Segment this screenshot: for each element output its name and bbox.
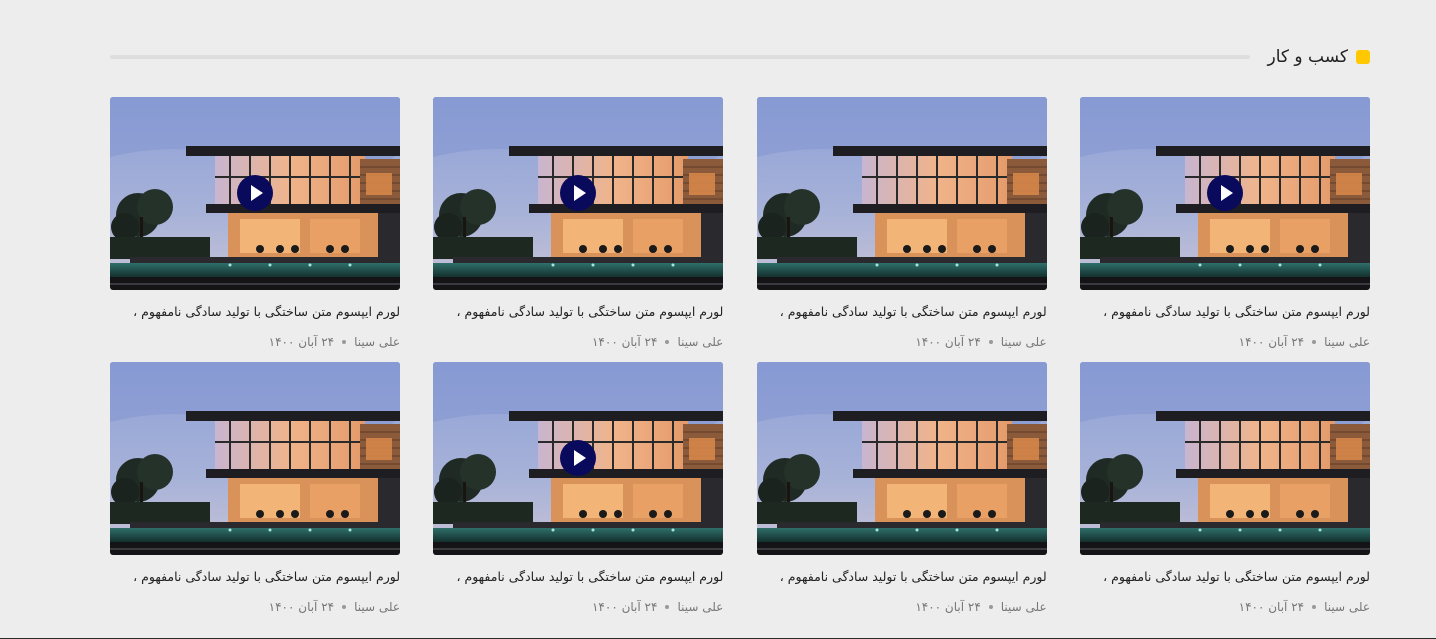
post-meta: علی سینا ۲۴ آبان ۱۴۰۰ bbox=[1080, 600, 1370, 614]
post-title[interactable]: لورم ایپسوم متن ساختگی با تولید سادگی نا… bbox=[110, 304, 400, 320]
play-triangle-icon bbox=[1221, 185, 1233, 201]
post-meta: علی سینا ۲۴ آبان ۱۴۰۰ bbox=[433, 335, 723, 349]
post-card[interactable]: لورم ایپسوم متن ساختگی با تولید سادگی نا… bbox=[756, 362, 1047, 627]
post-thumbnail[interactable] bbox=[433, 362, 724, 555]
section-header: کسب و کار bbox=[110, 42, 1370, 72]
post-meta: علی سینا ۲۴ آبان ۱۴۰۰ bbox=[110, 335, 400, 349]
post-date: ۲۴ آبان ۱۴۰۰ bbox=[591, 335, 658, 349]
post-meta: علی سینا ۲۴ آبان ۱۴۰۰ bbox=[110, 600, 400, 614]
post-thumbnail[interactable] bbox=[1080, 97, 1370, 290]
post-date: ۲۴ آبان ۱۴۰۰ bbox=[268, 335, 335, 349]
separator-dot-icon bbox=[988, 605, 993, 609]
post-date: ۲۴ آبان ۱۴۰۰ bbox=[591, 600, 658, 614]
post-card[interactable]: لورم ایپسوم متن ساختگی با تولید سادگی نا… bbox=[433, 97, 724, 362]
modern-house-image bbox=[1080, 362, 1370, 555]
post-date: ۲۴ آبان ۱۴۰۰ bbox=[1238, 335, 1305, 349]
post-thumbnail[interactable] bbox=[1080, 362, 1370, 555]
separator-dot-icon bbox=[665, 340, 670, 344]
post-author[interactable]: علی سینا bbox=[1324, 600, 1370, 614]
post-thumbnail[interactable] bbox=[110, 362, 401, 555]
post-date: ۲۴ آبان ۱۴۰۰ bbox=[915, 335, 981, 349]
play-triangle-icon bbox=[251, 185, 264, 201]
post-card[interactable]: لورم ایپسوم متن ساختگی با تولید سادگی نا… bbox=[756, 97, 1047, 362]
modern-house-image bbox=[756, 362, 1047, 555]
post-author[interactable]: علی سینا bbox=[1001, 335, 1047, 349]
post-meta: علی سینا ۲۴ آبان ۱۴۰۰ bbox=[757, 335, 1047, 349]
post-title[interactable]: لورم ایپسوم متن ساختگی با تولید سادگی نا… bbox=[110, 569, 400, 585]
separator-dot-icon bbox=[1312, 605, 1317, 609]
separator-dot-icon bbox=[665, 605, 670, 609]
post-card[interactable]: لورم ایپسوم متن ساختگی با تولید سادگی نا… bbox=[1080, 97, 1370, 362]
separator-dot-icon bbox=[988, 340, 993, 344]
post-author[interactable]: علی سینا bbox=[1001, 600, 1047, 614]
post-meta: علی سینا ۲۴ آبان ۱۴۰۰ bbox=[1080, 335, 1370, 349]
post-date: ۲۴ آبان ۱۴۰۰ bbox=[268, 600, 335, 614]
modern-house-image bbox=[110, 362, 401, 555]
post-title[interactable]: لورم ایپسوم متن ساختگی با تولید سادگی نا… bbox=[1080, 569, 1370, 585]
post-author[interactable]: علی سینا bbox=[677, 335, 723, 349]
post-thumbnail[interactable] bbox=[433, 97, 724, 290]
post-title[interactable]: لورم ایپسوم متن ساختگی با تولید سادگی نا… bbox=[433, 304, 723, 320]
post-date: ۲۴ آبان ۱۴۰۰ bbox=[915, 600, 981, 614]
section-divider bbox=[110, 55, 1250, 59]
post-author[interactable]: علی سینا bbox=[677, 600, 723, 614]
separator-dot-icon bbox=[342, 340, 347, 344]
post-meta: علی سینا ۲۴ آبان ۱۴۰۰ bbox=[757, 600, 1047, 614]
play-triangle-icon bbox=[574, 185, 587, 201]
post-card[interactable]: لورم ایپسوم متن ساختگی با تولید سادگی نا… bbox=[433, 362, 724, 627]
modern-house-image bbox=[756, 97, 1047, 290]
post-card[interactable]: لورم ایپسوم متن ساختگی با تولید سادگی نا… bbox=[110, 362, 401, 627]
post-meta: علی سینا ۲۴ آبان ۱۴۰۰ bbox=[433, 600, 723, 614]
post-title[interactable]: لورم ایپسوم متن ساختگی با تولید سادگی نا… bbox=[757, 569, 1047, 585]
post-card[interactable]: لورم ایپسوم متن ساختگی با تولید سادگی نا… bbox=[1080, 362, 1370, 627]
post-card[interactable]: لورم ایپسوم متن ساختگی با تولید سادگی نا… bbox=[110, 97, 401, 362]
separator-dot-icon bbox=[342, 605, 347, 609]
post-thumbnail[interactable] bbox=[756, 362, 1047, 555]
page: کسب و کار لورم ایپسوم متن ساختگی با تولی… bbox=[0, 0, 1436, 639]
play-triangle-icon bbox=[574, 450, 587, 466]
play-icon[interactable] bbox=[1207, 175, 1243, 211]
post-title[interactable]: لورم ایپسوم متن ساختگی با تولید سادگی نا… bbox=[1080, 304, 1370, 320]
post-thumbnail[interactable] bbox=[110, 97, 401, 290]
section-title[interactable]: کسب و کار bbox=[1268, 47, 1348, 67]
play-icon[interactable] bbox=[237, 175, 274, 211]
separator-dot-icon bbox=[1312, 340, 1317, 344]
section-square-icon bbox=[1356, 50, 1370, 64]
post-author[interactable]: علی سینا bbox=[1324, 335, 1370, 349]
post-date: ۲۴ آبان ۱۴۰۰ bbox=[1238, 600, 1305, 614]
post-author[interactable]: علی سینا bbox=[354, 335, 400, 349]
post-title[interactable]: لورم ایپسوم متن ساختگی با تولید سادگی نا… bbox=[757, 304, 1047, 320]
post-thumbnail[interactable] bbox=[756, 97, 1047, 290]
post-grid: لورم ایپسوم متن ساختگی با تولید سادگی نا… bbox=[110, 97, 1370, 627]
post-author[interactable]: علی سینا bbox=[354, 600, 400, 614]
post-title[interactable]: لورم ایپسوم متن ساختگی با تولید سادگی نا… bbox=[433, 569, 723, 585]
